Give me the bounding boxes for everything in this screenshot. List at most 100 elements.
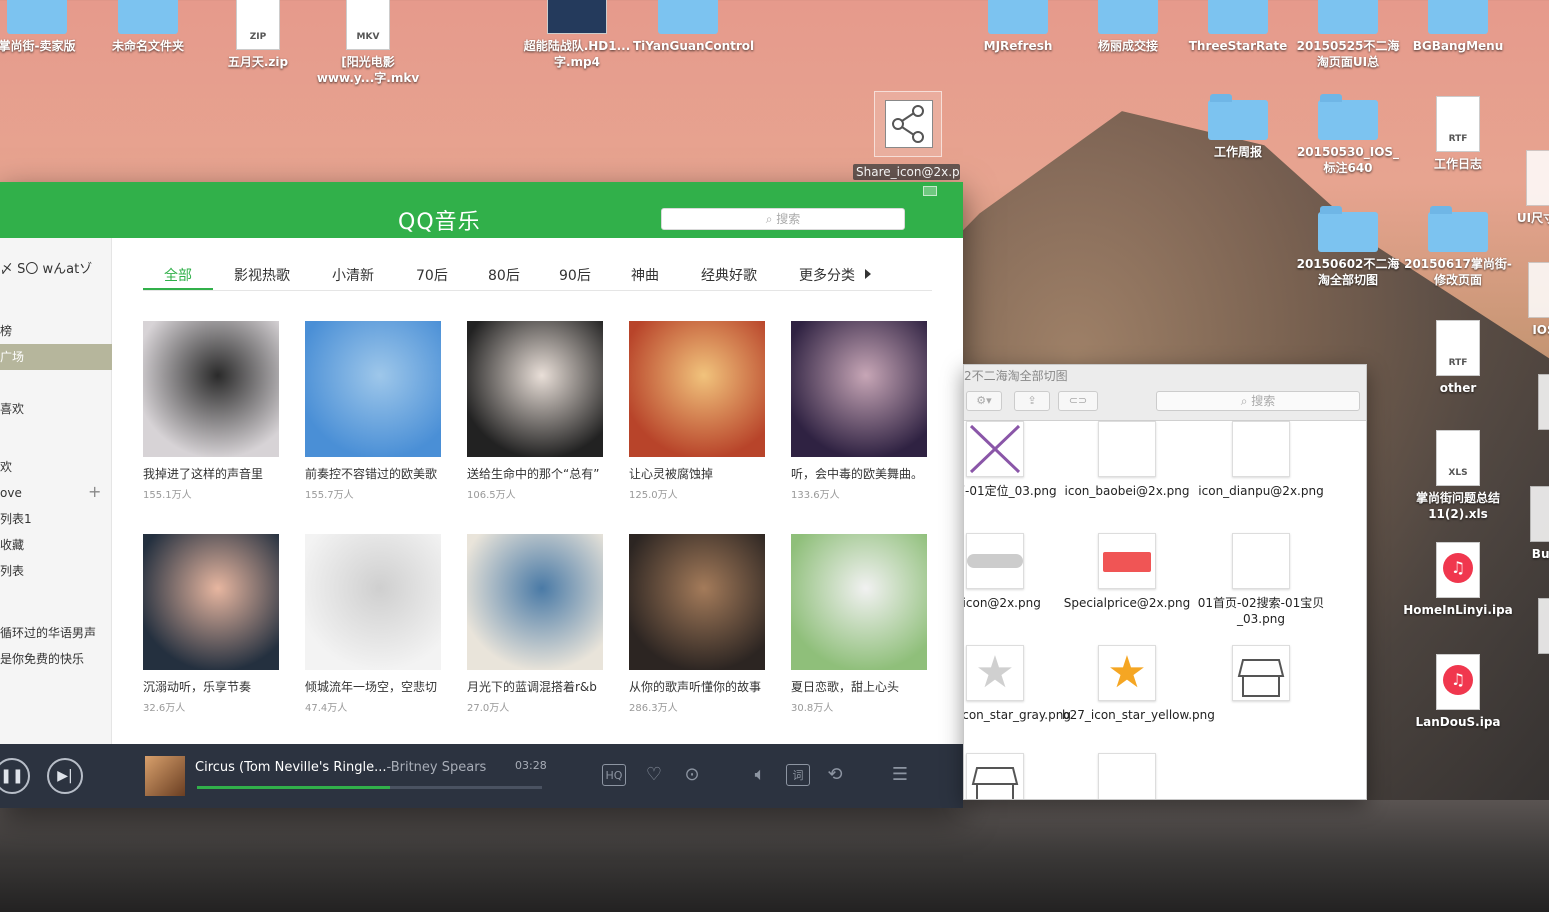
tag-icon[interactable]: ⊂⊃	[1058, 391, 1098, 411]
download-icon[interactable]: ⊙	[680, 764, 704, 786]
tab-item[interactable]: 90后	[559, 265, 591, 285]
user-name[interactable]: 〆 S〇 wんatゾ	[0, 258, 92, 277]
album-art[interactable]	[145, 756, 185, 796]
playlist-card[interactable]: 让心灵被腐蚀掉 125.0万人	[629, 321, 765, 501]
playlist-card[interactable]: 送给生命中的那个“总有” 106.5万人	[467, 321, 603, 501]
playlist-card[interactable]: 听，会中毒的欧美舞曲。 133.6万人	[791, 321, 927, 501]
playlist-cover[interactable]	[629, 321, 765, 457]
finder-file[interactable]: ★ b27_icon_star_gray.png	[964, 645, 1071, 723]
playlist-card[interactable]: 沉溺动听，乐享节奏 32.6万人	[143, 534, 279, 714]
qq-search-input[interactable]: ⌕ 搜索	[661, 208, 905, 230]
desktop-icon[interactable]: ♫ LanDouS.ipa	[1403, 654, 1513, 730]
playlist-card[interactable]: 我掉进了这样的声音里 155.1万人	[143, 321, 279, 501]
sidebar-item[interactable]: 欢	[0, 454, 112, 480]
tab-item[interactable]: 神曲	[631, 265, 659, 285]
sidebar-item[interactable]: 列表	[0, 558, 112, 584]
desktop-icon[interactable]: RTF other	[1403, 320, 1513, 396]
desktop-icon[interactable]: 20150602不二海淘全部切图	[1293, 206, 1403, 288]
desktop-icon[interactable]: BGBangMenu	[1403, 0, 1513, 54]
share-button-icon[interactable]: ⇪	[1014, 391, 1050, 411]
folder-icon	[118, 0, 178, 34]
desktop-icon[interactable]: 杨丽成交接	[1073, 0, 1183, 54]
finder-file[interactable]	[1062, 753, 1192, 799]
mini-mode-icon[interactable]	[923, 186, 937, 196]
desktop-icon[interactable]: ThreeStarRate	[1183, 0, 1293, 54]
sidebar-item[interactable]: 喜欢	[0, 396, 112, 422]
dragged-file-preview[interactable]	[874, 91, 942, 157]
playlist-cover[interactable]	[791, 534, 927, 670]
playlist-cover[interactable]	[143, 534, 279, 670]
desktop-icon[interactable]: TiYanGuanControl	[633, 0, 754, 54]
desktop-icon[interactable]: ZIP 五月天.zip	[203, 0, 313, 70]
sidebar-item[interactable]: 是你免费的快乐	[0, 646, 112, 672]
desktop-icon[interactable]: MJRefresh	[963, 0, 1073, 54]
more-arrow-icon[interactable]	[865, 269, 871, 279]
tab-item[interactable]: 经典好歌	[701, 265, 757, 285]
finder-file[interactable]: 01首页-02搜索-01宝贝_03.png	[1196, 533, 1326, 627]
playlist-cover[interactable]	[143, 321, 279, 457]
playlist-title[interactable]: 倾城流年一场空，空悲切	[305, 678, 441, 695]
finder-file[interactable]: Specialprice@2x.png	[1062, 533, 1192, 611]
playlist-title[interactable]: 沉溺动听，乐享节奏	[143, 678, 279, 695]
sidebar-item[interactable]: 列表1	[0, 506, 112, 532]
playlist-cover[interactable]	[305, 534, 441, 670]
volume-icon[interactable]: 🔈︎	[748, 764, 772, 786]
sidebar-item[interactable]: 榜	[0, 318, 112, 344]
playlist-card[interactable]: 夏日恋歌，甜上心头 30.8万人	[791, 534, 927, 714]
tab-item[interactable]: 80后	[488, 265, 520, 285]
sidebar-item[interactable]: ove	[0, 480, 112, 506]
playlist-cover[interactable]	[467, 534, 603, 670]
playlist-cover[interactable]	[629, 534, 765, 670]
tab-item[interactable]: 70后	[416, 265, 448, 285]
repeat-icon[interactable]: ⟲	[823, 764, 847, 786]
sidebar-item[interactable]: 收藏	[0, 532, 112, 558]
finder-search-input[interactable]: ⌕ 搜索	[1156, 391, 1360, 411]
finder-file[interactable]	[1196, 645, 1326, 707]
playlist-icon[interactable]: ☰	[888, 764, 912, 786]
placeholder-x-icon	[966, 421, 1024, 477]
finder-file[interactable]: ★ b27_icon_star_yellow.png	[1062, 645, 1215, 723]
tab-item[interactable]: 更多分类	[799, 265, 855, 285]
finder-file[interactable]: 1首页-01定位_03.png	[964, 421, 1060, 499]
playlist-title[interactable]: 从你的歌声听懂你的故事	[629, 678, 765, 695]
finder-file[interactable]: icon_baobei@2x.png	[1062, 421, 1192, 499]
desktop-icon[interactable]: 20150525不二海淘页面UI总	[1293, 0, 1403, 70]
playlist-card[interactable]: 倾城流年一场空，空悲切 47.4万人	[305, 534, 441, 714]
tab-item[interactable]: 小清新	[332, 265, 374, 285]
playlist-card[interactable]: 从你的歌声听懂你的故事 286.3万人	[629, 534, 765, 714]
desktop-icon[interactable]: ♫ HomeInLinyi.ipa	[1403, 542, 1513, 618]
playlist-card[interactable]: 前奏控不容错过的欧美歌 155.7万人	[305, 321, 441, 501]
playlist-cover[interactable]	[467, 321, 603, 457]
desktop-icon[interactable]: 工作周报	[1183, 94, 1293, 160]
playlist-title[interactable]: 送给生命中的那个“总有”	[467, 465, 603, 482]
heart-icon[interactable]: ♡	[642, 764, 666, 786]
sidebar-item[interactable]: 广场	[0, 344, 112, 370]
sidebar-item[interactable]: 循环过的华语男声	[0, 620, 112, 646]
playlist-title[interactable]: 听，会中毒的欧美舞曲。	[791, 465, 927, 482]
desktop-icon[interactable]: 掌尚街-卖家版	[0, 0, 92, 54]
desktop-icon[interactable]: 20150530_IOS_标注640	[1293, 94, 1403, 176]
hq-icon[interactable]: HQ	[602, 764, 626, 786]
desktop-icon[interactable]: 超能陆战队.HD1...字.mp4	[522, 0, 632, 70]
playlist-card[interactable]: 月光下的蓝调混搭着r&b 27.0万人	[467, 534, 603, 714]
playlist-cover[interactable]	[791, 321, 927, 457]
playlist-cover[interactable]	[305, 321, 441, 457]
finder-file[interactable]	[964, 753, 1060, 799]
playlist-title[interactable]: 夏日恋歌，甜上心头	[791, 678, 927, 695]
tab-item[interactable]: 影视热歌	[234, 265, 290, 285]
gear-icon[interactable]: ⚙▾	[966, 391, 1002, 411]
playlist-title[interactable]: 前奏控不容错过的欧美歌	[305, 465, 441, 482]
progress-bar[interactable]	[197, 786, 542, 789]
next-button[interactable]: ▶|	[47, 758, 83, 794]
playlist-title[interactable]: 月光下的蓝调混搭着r&b	[467, 678, 603, 695]
finder-file[interactable]: e_icon@2x.png	[964, 533, 1060, 611]
tab-item[interactable]: 全部	[164, 265, 192, 285]
desktop-icon-label: 未命名文件夹	[111, 39, 184, 53]
lyrics-icon[interactable]: 词	[786, 764, 810, 786]
playlist-title[interactable]: 让心灵被腐蚀掉	[629, 465, 765, 482]
desktop-icon[interactable]: 未命名文件夹	[93, 0, 203, 54]
pause-button[interactable]: ❚❚	[0, 758, 30, 794]
playlist-title[interactable]: 我掉进了这样的声音里	[143, 465, 279, 482]
desktop-icon[interactable]: MKV [阳光电影www.y...字.mkv	[313, 0, 423, 86]
finder-file[interactable]: icon_dianpu@2x.png	[1196, 421, 1326, 499]
